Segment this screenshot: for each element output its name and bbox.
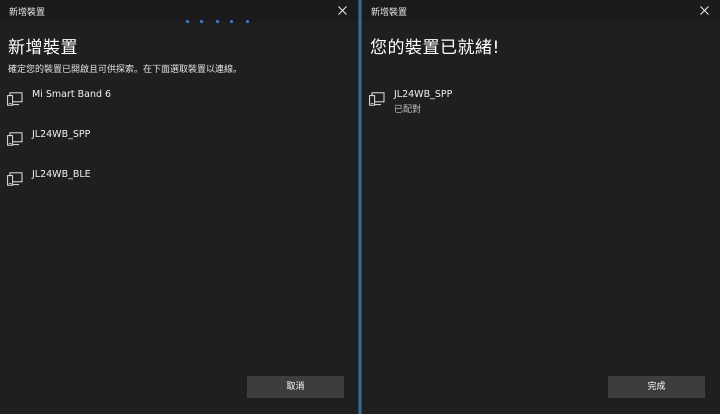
title-bar: 新增裝置 [0,0,358,24]
device-icon [7,92,23,106]
device-status: 已配對 [394,105,422,115]
searching-progress-indicator [186,16,256,24]
add-device-window-right: 新增裝置 您的裝置已就緒! JL24WB_SPP 已配對 完成 [361,0,720,414]
close-icon [338,6,347,15]
close-button[interactable] [328,0,358,22]
device-name: JL24WB_SPP [394,89,453,100]
close-icon [700,6,709,15]
device-icon [7,172,23,186]
close-button[interactable] [690,0,720,22]
device-icon [7,132,23,146]
instruction-text: 確定您的裝置已開啟且可供探索。在下面選取裝置以連線。 [8,65,243,75]
device-name: Mi Smart Band 6 [32,89,112,100]
device-name: JL24WB_SPP [32,129,91,140]
device-item-jl24wb-spp[interactable]: JL24WB_SPP [0,126,358,156]
paired-device-jl24wb-spp: JL24WB_SPP 已配對 [362,86,720,116]
device-item-mi-smart-band-6[interactable]: Mi Smart Band 6 [0,86,358,116]
page-title: 新增裝置 [8,38,78,58]
done-button[interactable]: 完成 [608,376,705,398]
page-title: 您的裝置已就緒! [370,38,500,58]
device-name: JL24WB_BLE [32,169,91,180]
device-item-jl24wb-ble[interactable]: JL24WB_BLE [0,166,358,196]
device-icon [369,92,385,106]
window-title: 新增裝置 [9,8,46,18]
add-device-window-left: 新增裝置 新增裝置 確定您的裝置已開啟且可供探索。在下面選取裝置以連線。 Mi … [0,0,359,414]
cancel-button[interactable]: 取消 [247,376,344,398]
title-bar: 新增裝置 [362,0,720,22]
window-title: 新增裝置 [371,8,408,18]
